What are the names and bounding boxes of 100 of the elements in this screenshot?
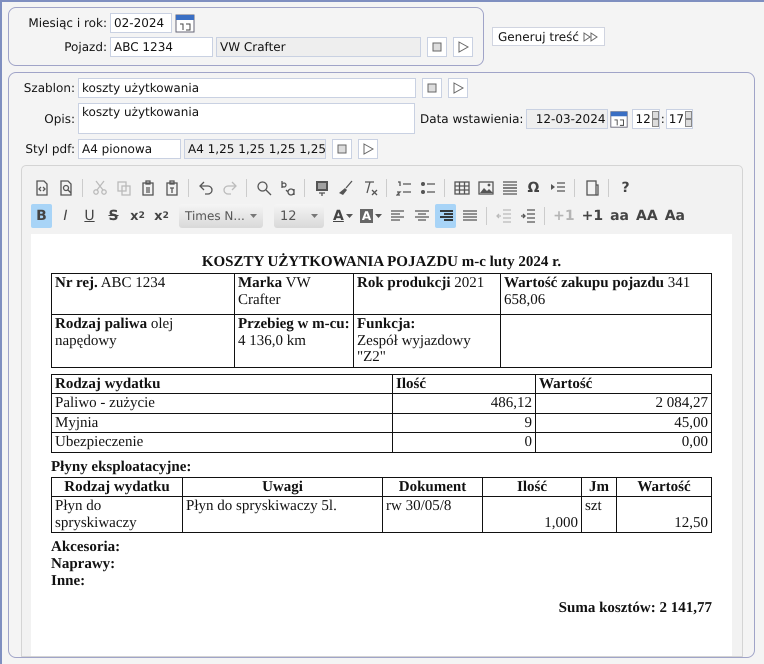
open-button[interactable] [448, 78, 468, 98]
calendar-icon[interactable] [609, 108, 630, 128]
play-icon [457, 41, 469, 53]
double-arrow-icon [582, 32, 599, 42]
vehicle-label: Pojazd: [63, 40, 107, 54]
table-cell: Marka VW Crafter [234, 274, 354, 314]
column-header: Jm [582, 477, 616, 496]
spinner-icon[interactable] [652, 110, 659, 126]
vehicle-code-field[interactable]: ABC 1234 [110, 37, 213, 57]
table-cell: 486,12 [392, 394, 536, 413]
replace-icon [280, 180, 296, 196]
brush-icon [338, 180, 354, 196]
table-cell: Rok produkcji 2021 [354, 274, 500, 314]
clipboard-text-icon [164, 180, 180, 196]
caret-icon [311, 214, 318, 218]
table-cell: 2 084,27 [536, 394, 712, 413]
play-icon [362, 143, 374, 155]
insert-date-field[interactable]: 12-03-2024 [526, 108, 608, 128]
toolbar-button[interactable]: aa [608, 204, 632, 228]
caret-icon [346, 214, 353, 218]
copy-icon [116, 180, 132, 196]
column-header: Rodzaj wydatku [52, 374, 392, 394]
toolbar-button[interactable]: Aa [662, 204, 687, 228]
open-button[interactable] [453, 37, 473, 57]
column-header: Rodzaj wydatku [52, 477, 182, 496]
hour-field[interactable]: 12 [632, 108, 660, 128]
pdf-style-detail-field: A4 1,25 1,25 1,25 1,25 [184, 139, 326, 159]
table-cell: 45,00 [536, 413, 712, 432]
highlight-color-button[interactable]: A [358, 204, 384, 228]
table-cell: Nr rej. ABC 1234 [52, 274, 234, 314]
column-header: Dokument [382, 477, 482, 496]
select-button[interactable] [422, 78, 442, 98]
generate-button[interactable]: Generuj treść [492, 27, 605, 46]
preview-icon [58, 180, 74, 196]
column-header: Uwagi [182, 477, 382, 496]
section-heading: Inne: [51, 573, 86, 590]
outdent-icon [496, 208, 512, 224]
column-header: Ilość [392, 374, 536, 394]
section-heading: Naprawy: [51, 556, 116, 573]
section-heading: Płyny eksploatacyjne: [51, 458, 192, 476]
table-cell: szt [582, 496, 616, 532]
table-cell: Funkcja: Zespół wyjazdowy "Z2" [354, 314, 500, 367]
table-cell: Paliwo - zużycie [52, 394, 392, 413]
select-button[interactable] [427, 37, 447, 57]
table-cell: Rodzaj paliwa olej napędowy [52, 314, 234, 367]
numbered-list-icon [396, 180, 412, 196]
format-toggle[interactable]: S [103, 204, 124, 228]
table-cell: Płyn do spryskiwaczy [52, 496, 182, 532]
table-cell: 0,00 [536, 432, 712, 452]
time-separator: : [660, 112, 665, 126]
minute-field[interactable]: 17 [666, 108, 694, 128]
redo-icon [222, 180, 238, 196]
image-icon [478, 180, 494, 196]
format-toggle[interactable]: B [31, 204, 52, 228]
caret-icon [375, 214, 382, 218]
block-format-icon [314, 180, 330, 196]
play-icon [452, 82, 464, 94]
toolbar-button[interactable]: +1 [580, 204, 606, 228]
section-heading: Akcesoria: [51, 539, 122, 556]
format-toggle[interactable]: x$^{2}$ [151, 204, 172, 228]
format-toggle[interactable]: I [55, 204, 76, 228]
description-label: Opis: [43, 112, 75, 126]
select-button[interactable] [332, 139, 352, 159]
toolbar-button[interactable]: AA [634, 204, 660, 228]
align-right-icon [438, 208, 454, 224]
column-header: Wartość [536, 374, 712, 394]
format-toggle[interactable]: U [79, 204, 100, 228]
table-cell: rw 30/05/8 [382, 496, 482, 532]
template-field[interactable]: koszty użytkowania [78, 78, 416, 98]
bullet-list-icon [420, 180, 436, 196]
open-button[interactable] [358, 139, 378, 159]
pdf-style-field[interactable]: A4 pionowa [78, 139, 181, 159]
undo-icon [198, 180, 214, 196]
page-icon [584, 180, 600, 196]
table-cell: 1,000 [482, 496, 582, 532]
calendar-icon[interactable] [173, 12, 197, 34]
insert-date-label: Data wstawienia: [420, 112, 524, 126]
description-field[interactable]: koszty użytkowania [78, 103, 415, 134]
table-cell: Wartość zakupu pojazdu 341 658,06 [500, 274, 712, 314]
square-icon [432, 42, 442, 52]
toolbar-button[interactable]: ? [615, 176, 636, 200]
caret-icon [250, 214, 257, 218]
table-cell: Przebieg w m-cu: 4 136,0 km [234, 314, 354, 367]
table-cell: Myjnia [52, 413, 392, 432]
document-title: KOSZTY UŻYTKOWANIA POJAZDU m-c luty 2024 r. [200, 254, 562, 271]
align-button[interactable] [435, 204, 456, 228]
scissors-icon [92, 180, 108, 196]
square-icon [427, 83, 437, 93]
clipboard-icon [140, 180, 156, 196]
table-cell: 12,50 [616, 496, 712, 532]
month-field[interactable]: 02-2024 [110, 13, 172, 33]
column-header: Wartość [616, 477, 712, 496]
template-label: Szablon: [22, 81, 75, 95]
source-icon [34, 180, 50, 196]
table-icon [454, 180, 470, 196]
text-color-button[interactable]: A [331, 204, 355, 228]
table-cell: Ubezpieczenie [52, 432, 392, 452]
table-cell: 0 [392, 432, 536, 452]
spinner-icon[interactable] [685, 110, 692, 126]
toolbar-button[interactable]: Ω [523, 176, 544, 200]
